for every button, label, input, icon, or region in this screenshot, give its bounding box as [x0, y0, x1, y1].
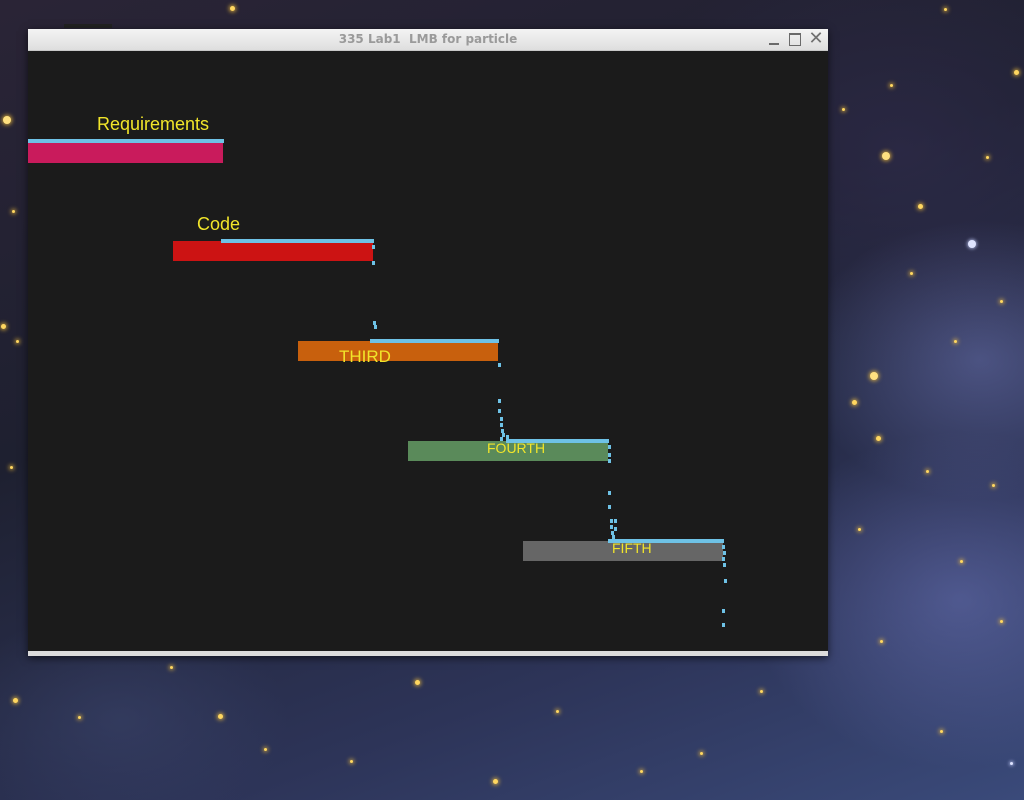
star [556, 710, 559, 713]
particle [500, 417, 503, 421]
particle [372, 261, 375, 265]
title-bar[interactable]: 335 Lab1 LMB for particle ✕ [28, 29, 828, 51]
star [1010, 762, 1013, 765]
task-label: Code [197, 214, 241, 234]
star [12, 210, 15, 213]
particle [608, 445, 611, 449]
star [968, 240, 976, 248]
star [16, 340, 19, 343]
star [10, 466, 13, 469]
task-progress-bar [221, 239, 374, 243]
particle [374, 325, 377, 329]
star [218, 714, 223, 719]
star [944, 8, 947, 11]
task-bar[interactable] [28, 143, 223, 163]
particle [722, 623, 725, 627]
star [926, 470, 929, 473]
star [880, 640, 883, 643]
task-label: FOURTH [487, 440, 546, 456]
gantt-canvas[interactable]: Requirements Code THIRD FOURTH FIFTH [28, 51, 828, 651]
particle [722, 609, 725, 613]
star [986, 156, 989, 159]
star [918, 204, 923, 209]
particle [724, 579, 727, 583]
star [415, 680, 420, 685]
star [842, 108, 845, 111]
close-button[interactable]: ✕ [808, 30, 824, 48]
star [1014, 70, 1019, 75]
particle [608, 453, 611, 457]
particle [612, 535, 615, 539]
particle [608, 505, 611, 509]
star [992, 484, 995, 487]
task-bar[interactable] [173, 241, 373, 261]
star [858, 528, 861, 531]
window-title: 335 Lab1 LMB for particle [338, 32, 518, 46]
star [640, 770, 643, 773]
star [230, 6, 235, 11]
particle [498, 399, 501, 403]
task-label: THIRD [339, 347, 391, 366]
star [910, 272, 913, 275]
star [960, 560, 963, 563]
window-bottom-border [28, 651, 828, 656]
particle [723, 563, 726, 567]
particle [610, 519, 613, 523]
particle [722, 557, 725, 561]
star [870, 372, 878, 380]
app-window[interactable]: 335 Lab1 LMB for particle ✕ Requirements… [28, 29, 828, 656]
star [78, 716, 81, 719]
star [940, 730, 943, 733]
star [170, 666, 173, 669]
particle [614, 519, 617, 523]
particle [608, 459, 611, 463]
star [1000, 300, 1003, 303]
particle [506, 435, 509, 439]
particle [722, 545, 725, 549]
star [852, 400, 857, 405]
task-label: FIFTH [612, 540, 652, 556]
star [760, 690, 763, 693]
minimize-button[interactable] [766, 31, 782, 47]
particle [608, 491, 611, 495]
particle [500, 423, 503, 427]
maximize-button[interactable] [787, 31, 803, 47]
star [264, 748, 267, 751]
star [700, 752, 703, 755]
star [350, 760, 353, 763]
task-label: Requirements [97, 114, 210, 134]
star [493, 779, 498, 784]
particle [372, 245, 375, 249]
particle [498, 409, 501, 413]
task-bar[interactable] [298, 341, 498, 361]
star [3, 116, 11, 124]
desktop-panel-tab [64, 24, 112, 28]
particle [723, 551, 726, 555]
star [954, 340, 957, 343]
star [1000, 620, 1003, 623]
star [1, 324, 6, 329]
particle [500, 437, 503, 441]
particle [498, 363, 501, 367]
star [876, 436, 881, 441]
star [890, 84, 893, 87]
task-progress-bar [370, 339, 499, 343]
particle [614, 527, 617, 531]
particle [610, 525, 613, 529]
star [13, 698, 18, 703]
star [882, 152, 890, 160]
